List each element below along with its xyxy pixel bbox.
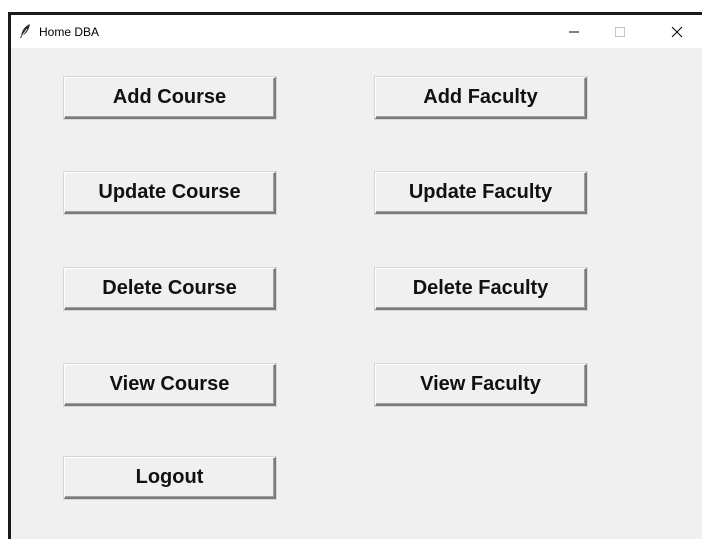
update-faculty-button[interactable]: Update Faculty: [375, 172, 587, 214]
title-bar[interactable]: Home DBA: [11, 15, 702, 48]
delete-faculty-button[interactable]: Delete Faculty: [375, 268, 587, 310]
minimize-icon: [568, 26, 580, 38]
minimize-button[interactable]: [551, 15, 597, 48]
close-icon: [671, 26, 683, 38]
logout-button[interactable]: Logout: [64, 457, 276, 499]
maximize-icon: [614, 26, 626, 38]
delete-course-button[interactable]: Delete Course: [64, 268, 276, 310]
view-faculty-button[interactable]: View Faculty: [375, 364, 587, 406]
maximize-button[interactable]: [597, 15, 643, 48]
add-faculty-button[interactable]: Add Faculty: [375, 77, 587, 119]
add-course-button[interactable]: Add Course: [64, 77, 276, 119]
close-button[interactable]: [654, 15, 700, 48]
window-title: Home DBA: [39, 25, 100, 39]
home-dba-window: Home DBA Add Course Add Faculty Update C…: [8, 12, 702, 539]
update-course-button[interactable]: Update Course: [64, 172, 276, 214]
view-course-button[interactable]: View Course: [64, 364, 276, 406]
feather-icon: [18, 23, 32, 39]
